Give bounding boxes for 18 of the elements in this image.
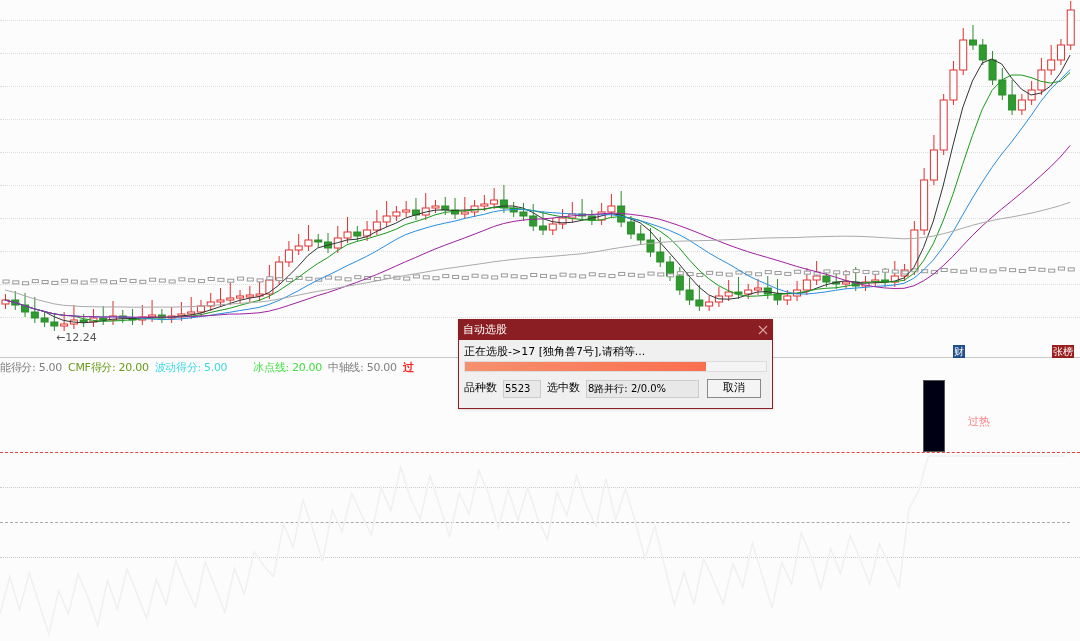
indicator-value: 过 — [402, 360, 414, 376]
field-label: 品种数 — [464, 380, 497, 397]
field-value: 5523 — [503, 379, 541, 398]
field-label: 选中数 — [547, 380, 580, 397]
field-value: 8路并行: 2/0.0% — [586, 379, 699, 398]
indicator-value: 中轴线: 50.00 — [328, 360, 397, 376]
indicator-value: 能得分: 5.00 — [0, 360, 62, 376]
indicator-value: 冰点线: 20.00 — [253, 360, 322, 376]
status-message: 正在选股->17 [独角兽7号],请稍等... — [463, 344, 647, 359]
close-icon[interactable] — [758, 325, 768, 335]
indicator-value: CMF得分: 20.00 — [68, 360, 149, 376]
zone-label: 过热 — [968, 413, 990, 430]
cancel-button[interactable]: 取消 — [707, 379, 761, 398]
event-marker[interactable]: 张榜 — [1052, 345, 1074, 358]
dialog-title: 自动选股 — [463, 321, 507, 338]
indicator-value: 波动得分: 5.00 — [154, 360, 228, 376]
price-label: ←12.24 — [56, 330, 97, 346]
event-marker[interactable]: 财 — [953, 345, 965, 358]
